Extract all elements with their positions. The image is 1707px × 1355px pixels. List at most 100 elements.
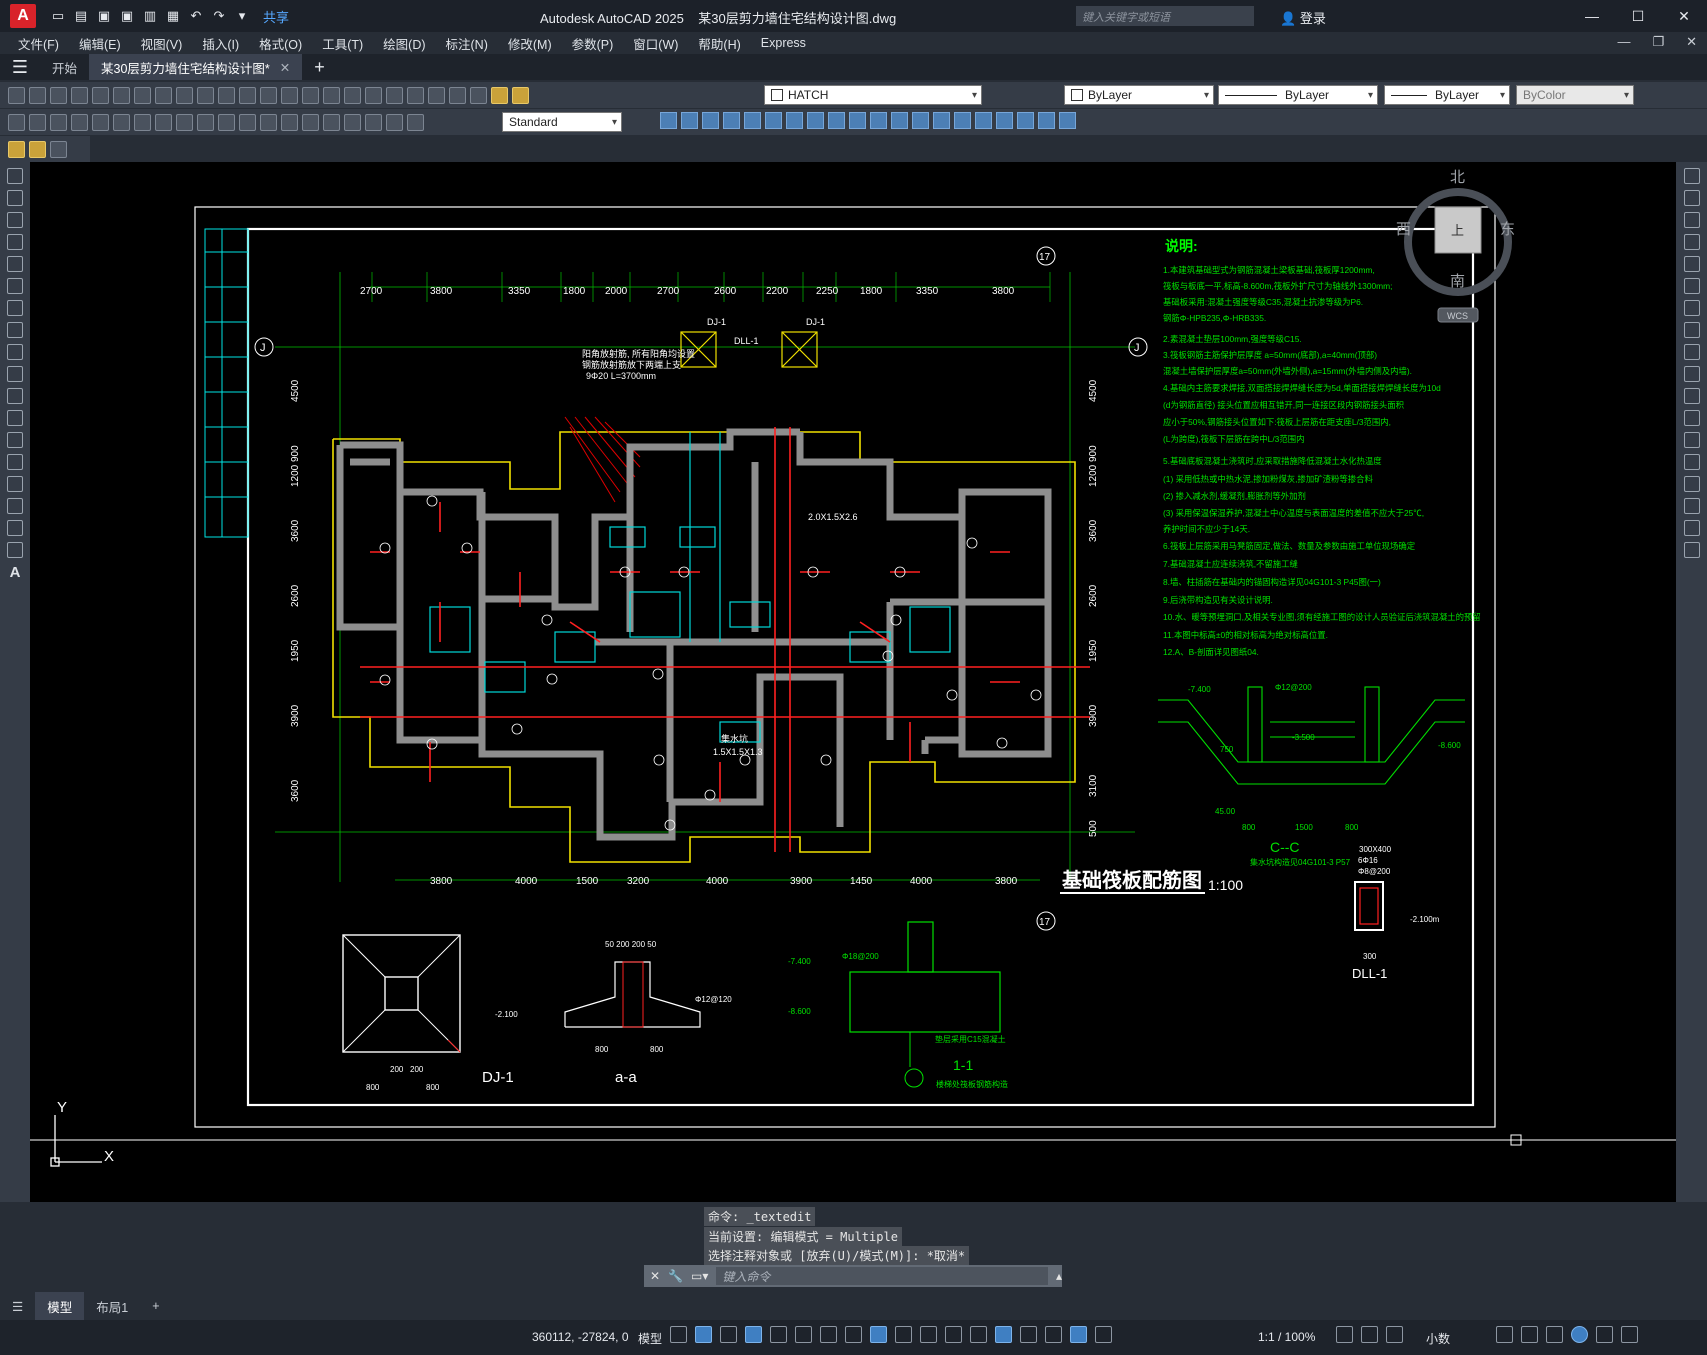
viewcube[interactable]: 上 北 南 东 西 WCS <box>1396 168 1515 323</box>
drawing-canvas[interactable]: 2700 3800 3350 1800 2000 2700 2600 2200 … <box>30 162 1676 1202</box>
dwf-icon[interactable] <box>134 86 151 104</box>
plotstyle-dropdown[interactable]: ByColor <box>1516 85 1634 105</box>
hardware-accel-icon[interactable] <box>1571 1326 1588 1343</box>
minimize-icon[interactable]: — <box>1569 0 1615 32</box>
scale-icon[interactable] <box>1683 322 1700 338</box>
3d-osnap-icon[interactable] <box>970 1326 987 1343</box>
3d-move-icon[interactable] <box>996 112 1013 129</box>
copy-icon[interactable] <box>176 86 193 104</box>
isodraft-icon[interactable] <box>820 1326 837 1343</box>
autocad-logo-icon[interactable]: A <box>10 4 36 28</box>
layer-state-icon[interactable] <box>512 86 529 104</box>
dynamic-ucs-icon[interactable] <box>995 1326 1012 1343</box>
redo-icon[interactable]: ↷ <box>211 8 227 24</box>
menu-file[interactable]: 文件(F) <box>18 34 59 53</box>
tolerance-icon[interactable] <box>281 113 298 131</box>
new-tab-icon[interactable]: + <box>314 57 325 78</box>
gradient-icon[interactable] <box>7 498 23 514</box>
wcs-menu[interactable]: WCS <box>1447 311 1468 321</box>
extrude-icon[interactable] <box>807 112 824 129</box>
dynamic-input-icon[interactable] <box>745 1326 762 1343</box>
dim-space-icon[interactable] <box>239 113 256 131</box>
infer-icon[interactable] <box>720 1326 737 1343</box>
share-button[interactable]: 共享 <box>263 7 289 26</box>
point-icon[interactable] <box>7 454 23 470</box>
help-icon[interactable] <box>470 86 487 104</box>
properties-icon[interactable] <box>365 86 382 104</box>
matchprop-icon[interactable] <box>218 86 235 104</box>
viewcube-north[interactable]: 北 <box>1450 168 1465 186</box>
dim-continue-icon[interactable] <box>218 113 235 131</box>
menu-draw[interactable]: 绘图(D) <box>383 34 425 53</box>
transparency-icon[interactable] <box>920 1326 937 1343</box>
command-customize-icon[interactable]: 🔧 <box>668 1269 683 1283</box>
polar-icon[interactable] <box>795 1326 812 1343</box>
lineweight-dropdown[interactable]: ByLayer <box>1384 85 1510 105</box>
tab-layout1[interactable]: 布局1 <box>84 1292 140 1320</box>
model-space-button[interactable]: 模型 <box>638 1330 662 1347</box>
subtract-icon[interactable] <box>912 112 929 129</box>
dim-edit-icon[interactable] <box>365 113 382 131</box>
sheet-set-icon[interactable] <box>428 86 445 104</box>
open-file-icon[interactable]: ▤ <box>73 8 89 24</box>
dim-baseline-icon[interactable] <box>197 113 214 131</box>
tool-palettes-icon[interactable] <box>407 86 424 104</box>
zoom-window-icon[interactable] <box>323 86 340 104</box>
trim-icon[interactable] <box>1683 366 1700 382</box>
command-prompt-icon[interactable]: ▭▾ <box>691 1269 708 1283</box>
menu-tools[interactable]: 工具(T) <box>322 34 363 53</box>
menu-hamburger-icon[interactable]: ☰ <box>0 57 40 78</box>
revolve-icon[interactable] <box>828 112 845 129</box>
selection-filter-icon[interactable] <box>1020 1326 1037 1343</box>
offset-icon[interactable] <box>1683 234 1700 250</box>
polygon-icon[interactable] <box>7 234 23 250</box>
union-icon[interactable] <box>891 112 908 129</box>
ellipse-arc-icon[interactable] <box>7 388 23 404</box>
pyramid-icon[interactable] <box>786 112 803 129</box>
layout-menu-icon[interactable]: ☰ <box>0 1292 35 1320</box>
menu-view[interactable]: 视图(V) <box>141 34 183 53</box>
viewcube-east[interactable]: 东 <box>1500 220 1515 238</box>
menu-modify[interactable]: 修改(M) <box>508 34 552 53</box>
annotation-visibility-icon[interactable] <box>1070 1326 1087 1343</box>
table-icon[interactable] <box>7 542 23 558</box>
plot-icon[interactable]: ▦ <box>165 8 181 24</box>
blend-icon[interactable] <box>1683 520 1700 536</box>
tab-model[interactable]: 模型 <box>35 1292 85 1320</box>
dim-break-icon[interactable] <box>260 113 277 131</box>
undo-tb-icon[interactable] <box>239 86 256 104</box>
slice-icon[interactable] <box>954 112 971 129</box>
menu-window[interactable]: 窗口(W) <box>633 34 678 53</box>
cylinder-icon[interactable] <box>744 112 761 129</box>
hatch-icon[interactable] <box>7 476 23 492</box>
new-file-icon[interactable]: ▭ <box>50 8 66 24</box>
menu-format[interactable]: 格式(O) <box>259 34 302 53</box>
units-icon[interactable] <box>1386 1326 1403 1343</box>
cone-icon[interactable] <box>702 112 719 129</box>
menu-parametric[interactable]: 参数(P) <box>572 34 614 53</box>
center-mark-icon[interactable] <box>302 113 319 131</box>
dim-angular-icon[interactable] <box>155 113 172 131</box>
linetype-dropdown[interactable]: ByLayer <box>1218 85 1378 105</box>
save-as-icon[interactable]: ▣ <box>119 8 135 24</box>
isolate-objects-icon[interactable] <box>1546 1326 1563 1343</box>
command-input[interactable]: 键入命令 <box>716 1267 1048 1285</box>
ellipse-icon[interactable] <box>7 366 23 382</box>
arc-icon[interactable] <box>7 278 23 294</box>
selection-cycle-icon[interactable] <box>945 1326 962 1343</box>
publish-icon[interactable]: ▥ <box>142 8 158 24</box>
find-icon[interactable] <box>29 140 46 158</box>
clean-screen-icon[interactable] <box>1596 1326 1613 1343</box>
extend-icon[interactable] <box>1683 388 1700 404</box>
zoom-previous-icon[interactable] <box>344 86 361 104</box>
qdim-icon[interactable] <box>176 113 193 131</box>
mirror-icon[interactable] <box>1683 212 1700 228</box>
login-button[interactable]: 👤 登录 <box>1280 8 1326 27</box>
move-icon[interactable] <box>1683 278 1700 294</box>
revcloud-icon[interactable] <box>7 322 23 338</box>
design-center-icon[interactable] <box>386 86 403 104</box>
spline-icon[interactable] <box>7 344 23 360</box>
break-point-icon[interactable] <box>1683 410 1700 426</box>
color-dropdown[interactable]: ByLayer <box>1064 85 1214 105</box>
array-icon[interactable] <box>1683 256 1700 272</box>
